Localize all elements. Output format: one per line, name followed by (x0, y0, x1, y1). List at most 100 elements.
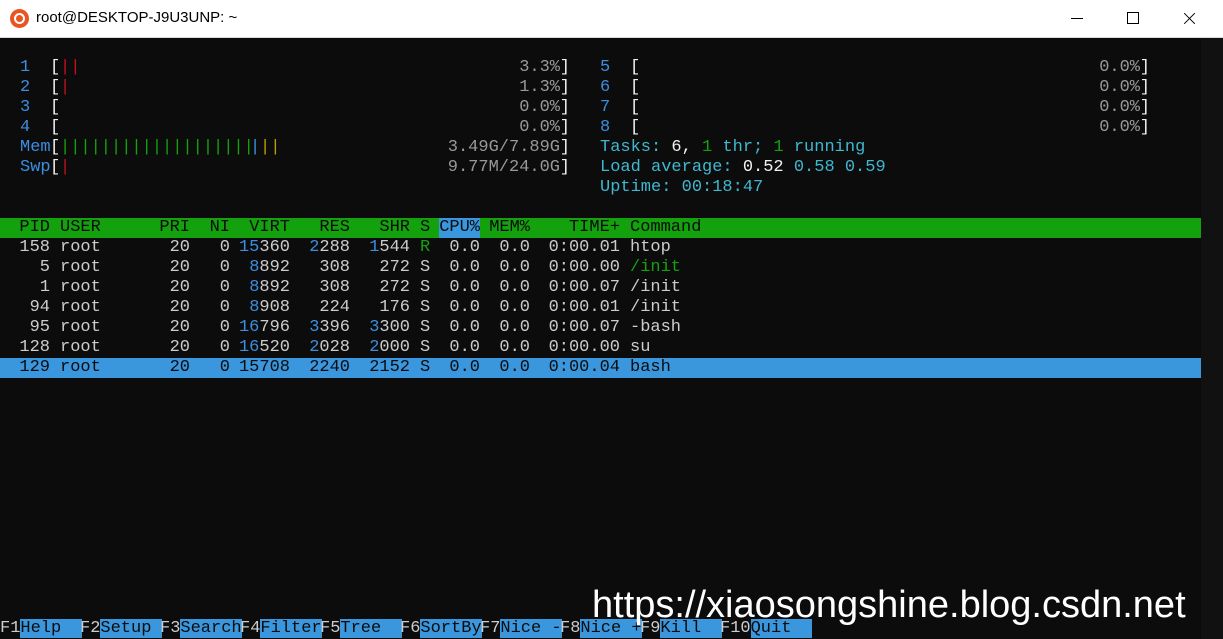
window-title: root@DESKTOP-J9U3UNP: ~ (36, 9, 238, 26)
cpu-meter-3: 3 [0.0%] (20, 98, 570, 118)
swp-bar: | (60, 158, 71, 177)
process-row[interactable]: 5 root 20 0 8892 308 272 S 0.0 0.0 0:00.00/init (0, 258, 1201, 278)
cell-pri: 20 (169, 238, 190, 257)
cell-time: 0:00.00 (548, 258, 620, 277)
fkey-key: F2 (80, 619, 101, 638)
cpu-meter-5-bracket-open: [ (630, 58, 641, 77)
fkey-f2[interactable]: F2Setup (80, 618, 162, 639)
cell-pid: 94 (29, 298, 50, 317)
fkey-label: Tree (340, 619, 402, 638)
process-row[interactable]: 1 root 20 0 8892 308 272 S 0.0 0.0 0:00.07/init (0, 278, 1201, 298)
cell-virt: 8908 (249, 298, 290, 317)
column-header-res[interactable]: RES (319, 218, 350, 238)
maximize-button[interactable] (1106, 0, 1160, 37)
cell-s: R (420, 238, 431, 257)
uptime-line: Uptime: 00:18:47 (600, 178, 764, 197)
cell-s: S (420, 358, 431, 377)
cell-user: root (60, 338, 101, 357)
process-row[interactable]: 158 root 20 0 15360 2288 1544 R 0.0 0.0 0:00.01 hto… (0, 238, 1201, 258)
cell-pid: 158 (19, 238, 50, 257)
terminal[interactable]: 1[|| 3.3%] 2[| 1.3%] 3[0.0%] 4[0.0%] 5[0.0%] 6[… (0, 38, 1223, 639)
cell-ni: 0 (219, 318, 230, 337)
fkey-f4[interactable]: F4Filter (240, 618, 322, 639)
cell-cpu: 0.0 (449, 278, 480, 297)
fkey-f1[interactable]: F1Help (0, 618, 82, 639)
process-row[interactable]: 128 root 20 0 16520 2028 2000 S 0.0 0.0 0:00.00 su (0, 338, 1201, 358)
cell-time: 0:00.07 (548, 278, 620, 297)
fkey-label: Filter (260, 619, 322, 638)
column-header-ni[interactable]: NI (210, 218, 230, 238)
mem-label: Mem (20, 138, 51, 157)
cell-virt-thousands: 8 (249, 278, 260, 297)
cell-ni: 0 (219, 258, 230, 277)
cell-virt-thousands: 15 (238, 238, 260, 257)
mem-bar-cache: || (260, 138, 281, 157)
cpu-meter-5-bracket-close: ] (1139, 58, 1150, 77)
close-button[interactable] (1162, 0, 1216, 37)
process-row[interactable]: 95 root 20 0 16796 3396 3300 S 0.0 0.0 0:00.07 -bas… (0, 318, 1201, 338)
column-header-pid[interactable]: PID (19, 218, 50, 238)
column-header-cpu[interactable]: CPU% (439, 218, 480, 238)
cell-virt-thousands: 16 (238, 338, 260, 357)
fkey-label: Search (180, 619, 242, 638)
column-header-virt[interactable]: VIRT (249, 218, 290, 238)
cpu-meter-8-bracket-open: [ (630, 118, 641, 137)
cell-virt-thousands: 16 (238, 318, 260, 337)
mem-meter: Mem[||||||||||||||||||| | || 3.49G/7.89G] (20, 138, 570, 158)
cell-user: root (60, 258, 101, 277)
fkey-f6[interactable]: F6SortBy (400, 618, 482, 639)
cell-ni: 0 (219, 298, 230, 317)
fkey-f5[interactable]: F5Tree (320, 618, 402, 639)
cpu-meter-1-bracket-open: [ (50, 58, 61, 77)
cell-mem: 0.0 (499, 318, 530, 337)
cell-virt: 16520 (238, 338, 290, 357)
cell-s: S (420, 278, 431, 297)
cpu-meter-8: 8 [0.0%] (600, 118, 1150, 138)
cell-cmd: -bash (630, 318, 682, 337)
cpu-meter-7-label: 7 (600, 98, 611, 117)
fkey-label: SortBy (420, 619, 482, 638)
cell-mem: 0.0 (499, 238, 530, 257)
cpu-meter-2-label: 2 (20, 78, 31, 97)
cell-ni: 0 (219, 238, 230, 257)
column-header-s[interactable]: S (420, 218, 430, 238)
cpu-meter-2-bar: | (60, 78, 71, 97)
fkey-label: Nice - (500, 619, 562, 638)
cell-s: S (420, 298, 431, 317)
column-header-user[interactable]: USER (60, 218, 101, 238)
minimize-button[interactable] (1050, 0, 1104, 37)
cell-mem: 0.0 (499, 258, 530, 277)
cell-mem: 0.0 (499, 338, 530, 357)
cell-user: root (60, 358, 101, 377)
cell-ni: 0 (219, 338, 230, 357)
cell-pid: 1 (39, 278, 50, 297)
mem-bracket-close: ] (559, 138, 570, 157)
fkey-f3[interactable]: F3Search (160, 618, 242, 639)
fkey-label: Setup (100, 619, 162, 638)
cell-time: 0:00.01 (548, 298, 620, 317)
process-row[interactable]: 94 root 20 0 8908 224 176 S 0.0 0.0 0:00.01/init (0, 298, 1201, 318)
cell-shr: 2000 (369, 338, 410, 357)
column-header-mem[interactable]: MEM% (489, 218, 530, 238)
cell-pid: 128 (19, 338, 50, 357)
fkey-f7[interactable]: F7Nice - (480, 618, 562, 639)
cell-s: S (420, 318, 431, 337)
fkey-key: F7 (480, 619, 501, 638)
title-bar: root@DESKTOP-J9U3UNP: ~ (0, 0, 1223, 38)
column-header-shr[interactable]: SHR (379, 218, 410, 238)
cell-res: 308 (319, 278, 350, 297)
cell-time: 0:00.01 (548, 238, 620, 257)
column-header-pri[interactable]: PRI (159, 218, 190, 238)
process-row[interactable]: 129 root 20 0 15708 2240 2152 S 0.0 0.0 0:00.04 bas… (0, 358, 1201, 378)
cell-pri: 20 (169, 318, 190, 337)
column-header-command[interactable]: Command (630, 218, 701, 238)
watermark-text: https://xiaosongshine.blog.csdn.net (592, 584, 1186, 626)
cell-res-thousands: 3 (309, 318, 320, 337)
scrollbar[interactable] (1201, 38, 1223, 639)
column-header-time[interactable]: TIME+ (569, 218, 620, 238)
fkey-key: F6 (400, 619, 421, 638)
cell-user: root (60, 318, 101, 337)
cell-shr: 272 (379, 258, 410, 277)
cell-time: 0:00.00 (548, 338, 620, 357)
cpu-meter-1-bar: || (60, 58, 81, 77)
